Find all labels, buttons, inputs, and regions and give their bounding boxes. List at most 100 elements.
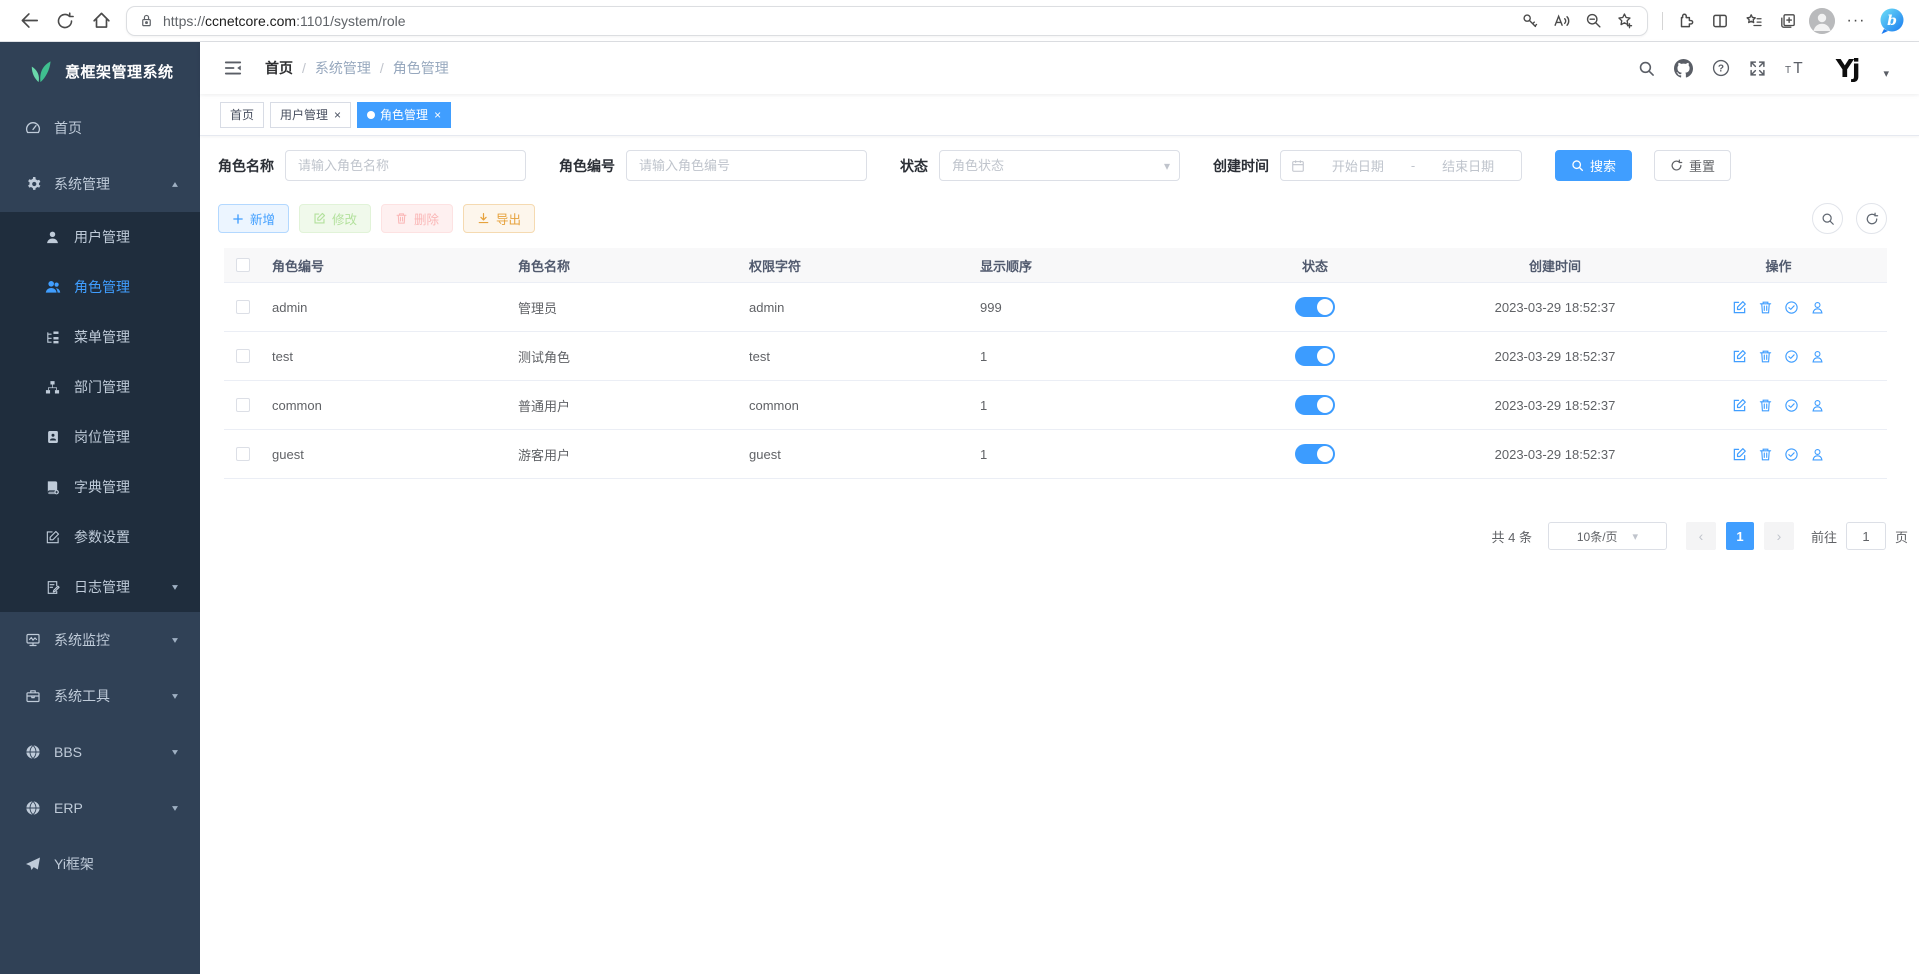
sidebar-item-post-management[interactable]: 岗位管理 [0, 412, 200, 462]
read-aloud-icon[interactable] [1545, 6, 1577, 36]
row-delete-icon[interactable] [1758, 349, 1773, 364]
row-delete-icon[interactable] [1758, 300, 1773, 315]
sidebar-item-home[interactable]: 首页 [0, 100, 200, 156]
github-icon[interactable] [1674, 59, 1693, 78]
status-select[interactable] [939, 150, 1180, 181]
browser-back-button[interactable] [12, 6, 46, 36]
delete-button[interactable]: 删除 [381, 204, 453, 233]
next-page-button[interactable]: › [1764, 522, 1794, 550]
fullscreen-icon[interactable] [1749, 60, 1766, 77]
zoom-out-icon[interactable] [1577, 6, 1609, 36]
user-account-logo[interactable]: Yj [1836, 54, 1859, 83]
sidebar-item-log-management[interactable]: 日志管理 ▾ [0, 562, 200, 612]
row-edit-icon[interactable] [1732, 300, 1747, 315]
close-icon[interactable]: × [434, 109, 441, 121]
favorites-bar-icon[interactable] [1737, 6, 1771, 36]
sidebar-item-label: 角色管理 [74, 277, 130, 297]
row-data-scope-icon[interactable] [1784, 300, 1799, 315]
tab-home[interactable]: 首页 [220, 102, 264, 128]
tab-role-management[interactable]: 角色管理 × [357, 102, 451, 128]
select-all-checkbox[interactable] [236, 258, 250, 272]
hamburger-fold-icon [223, 58, 243, 78]
copilot-bing-icon[interactable]: b [1877, 6, 1907, 36]
row-data-scope-icon[interactable] [1784, 398, 1799, 413]
status-toggle[interactable] [1295, 444, 1335, 464]
sidebar-item-system-management[interactable]: 系统管理 ▴ [0, 156, 200, 212]
tab-user-management[interactable]: 用户管理 × [270, 102, 351, 128]
role-name-input[interactable] [285, 150, 526, 181]
page-size-select[interactable]: 10条/页 ▾ [1548, 522, 1667, 550]
sidebar-item-menu-management[interactable]: 菜单管理 [0, 312, 200, 362]
status-toggle[interactable] [1295, 346, 1335, 366]
sidebar-item-department-management[interactable]: 部门管理 [0, 362, 200, 412]
reset-button[interactable]: 重置 [1654, 150, 1731, 181]
status-toggle[interactable] [1295, 297, 1335, 317]
browser-profile-avatar[interactable] [1805, 6, 1839, 36]
row-edit-icon[interactable] [1732, 447, 1747, 462]
row-assign-user-icon[interactable] [1810, 447, 1825, 462]
leaf-logo-icon [26, 58, 53, 85]
add-favorite-star-icon[interactable] [1609, 6, 1641, 36]
app-logo[interactable]: 意框架管理系统 [0, 42, 200, 100]
export-button[interactable]: 导出 [463, 204, 535, 233]
created-time-label: 创建时间 [1213, 156, 1269, 176]
sidebar-item-label: 岗位管理 [74, 427, 130, 447]
sidebar-item-label: Yi框架 [54, 854, 94, 874]
row-checkbox[interactable] [236, 447, 250, 461]
password-key-icon[interactable] [1513, 6, 1545, 36]
row-data-scope-icon[interactable] [1784, 349, 1799, 364]
sidebar-item-dictionary-management[interactable]: 字典管理 [0, 462, 200, 512]
sidebar-item-yi-framework[interactable]: Yi框架 [0, 836, 200, 892]
sidebar-item-role-management[interactable]: 角色管理 [0, 262, 200, 312]
page-1-button[interactable]: 1 [1726, 522, 1754, 550]
sidebar-item-erp[interactable]: ERP ▾ [0, 780, 200, 836]
row-delete-icon[interactable] [1758, 398, 1773, 413]
prev-page-button[interactable]: ‹ [1686, 522, 1716, 550]
row-checkbox[interactable] [236, 398, 250, 412]
role-code-input[interactable] [626, 150, 867, 181]
sidebar-item-system-monitor[interactable]: 系统监控 ▾ [0, 612, 200, 668]
add-button[interactable]: 新增 [218, 204, 289, 233]
sidebar-item-user-management[interactable]: 用户管理 [0, 212, 200, 262]
address-bar[interactable]: https://ccnetcore.com:1101/system/role [126, 6, 1648, 36]
row-edit-icon[interactable] [1732, 349, 1747, 364]
breadcrumb-home[interactable]: 首页 [265, 58, 293, 78]
row-checkbox[interactable] [236, 349, 250, 363]
status-toggle[interactable] [1295, 395, 1335, 415]
header-search-icon[interactable] [1638, 60, 1655, 77]
cell-role-name: 测试角色 [508, 347, 739, 366]
split-screen-icon[interactable] [1703, 6, 1737, 36]
help-icon[interactable]: ? [1712, 59, 1730, 77]
row-assign-user-icon[interactable] [1810, 398, 1825, 413]
refresh-table-button[interactable] [1856, 203, 1887, 234]
row-edit-icon[interactable] [1732, 398, 1747, 413]
browser-more-menu[interactable]: ··· [1839, 6, 1873, 36]
sidebar-item-system-tools[interactable]: 系统工具 ▾ [0, 668, 200, 724]
close-icon[interactable]: × [334, 109, 341, 121]
row-checkbox[interactable] [236, 300, 250, 314]
search-button[interactable]: 搜索 [1555, 150, 1632, 181]
cell-role-code: guest [262, 447, 508, 462]
row-assign-user-icon[interactable] [1810, 300, 1825, 315]
svg-text:T: T [1793, 60, 1803, 77]
browser-refresh-button[interactable] [48, 6, 82, 36]
table-header-row: 角色编号 角色名称 权限字符 显示顺序 状态 创建时间 操作 [224, 248, 1887, 283]
browser-home-button[interactable] [84, 6, 118, 36]
table-row: admin 管理员 admin 999 2023-03-29 18:52:37 [224, 283, 1887, 332]
extensions-icon[interactable] [1669, 6, 1703, 36]
date-range-picker[interactable]: 开始日期 - 结束日期 [1280, 150, 1522, 181]
row-data-scope-icon[interactable] [1784, 447, 1799, 462]
account-caret-down-icon[interactable]: ▾ [1883, 67, 1889, 80]
sidebar-collapse-toggle[interactable] [215, 50, 251, 86]
toggle-search-button[interactable] [1812, 203, 1843, 234]
font-size-icon[interactable]: TT [1785, 59, 1807, 77]
cell-created-time: 2023-03-29 18:52:37 [1440, 447, 1670, 462]
row-assign-user-icon[interactable] [1810, 349, 1825, 364]
edit-button[interactable]: 修改 [299, 204, 371, 233]
goto-page-input[interactable] [1846, 522, 1886, 550]
sidebar-item-parameter-settings[interactable]: 参数设置 [0, 512, 200, 562]
sidebar-item-bbs[interactable]: BBS ▾ [0, 724, 200, 780]
page-unit-label: 页 [1895, 527, 1908, 546]
row-delete-icon[interactable] [1758, 447, 1773, 462]
collections-icon[interactable] [1771, 6, 1805, 36]
